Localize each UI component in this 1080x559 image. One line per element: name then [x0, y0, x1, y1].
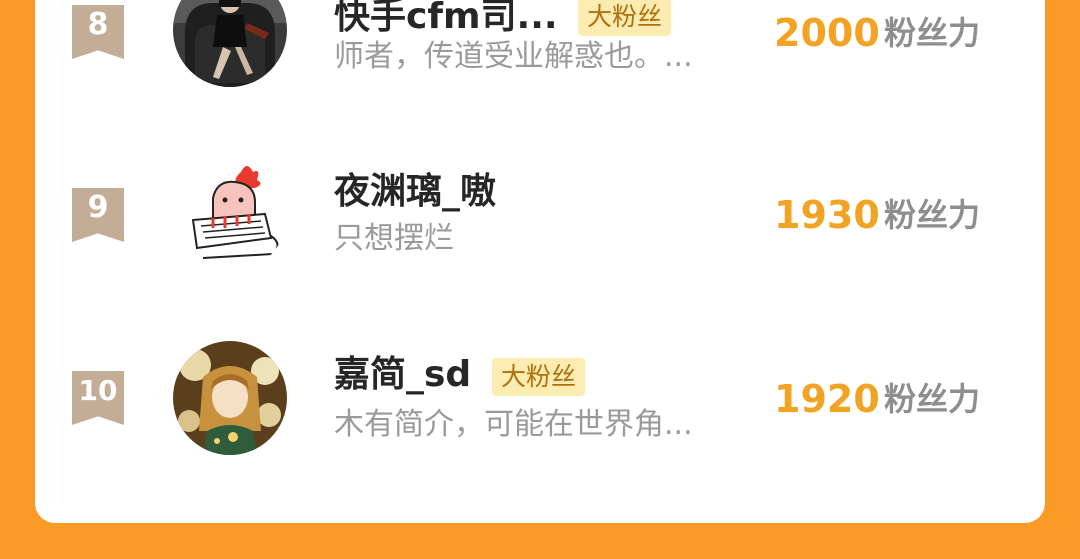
user-bio: 师者，传道受业解惑也。...: [334, 39, 693, 74]
ranking-row[interactable]: 10 嘉简_sd 大粉丝 木有简介，可能在世界角... 1920 粉丝力: [0, 333, 1080, 463]
user-bio: 只想摆烂: [334, 221, 454, 256]
user-avatar[interactable]: [173, 0, 287, 87]
avatar-photo-person-in-chair: [173, 0, 287, 87]
avatar-drawing-creature-keyboard: [173, 158, 287, 272]
fan-power-value: 2000: [774, 11, 880, 55]
fan-power-value: 1930: [774, 193, 880, 237]
ranking-row[interactable]: 9 夜渊璃_嗷 只想摆烂 1930 粉丝力: [0, 150, 1080, 280]
fan-level-badge: 大粉丝: [492, 358, 586, 396]
fan-level-badge: 大粉丝: [578, 0, 672, 36]
user-name[interactable]: 嘉简_sd: [334, 353, 471, 397]
rank-badge: 9: [72, 188, 124, 242]
fan-power-label: 粉丝力: [884, 380, 981, 418]
fan-power-label: 粉丝力: [884, 196, 981, 234]
user-name[interactable]: 快手cfm司...: [334, 0, 558, 39]
avatar-illustration-girl-flowers: [173, 341, 287, 455]
user-bio: 木有简介，可能在世界角...: [334, 407, 693, 442]
rank-badge: 8: [72, 5, 124, 59]
fan-power-label: 粉丝力: [884, 14, 981, 52]
fan-power-value: 1920: [774, 377, 880, 421]
user-name[interactable]: 夜渊璃_嗷: [334, 170, 496, 214]
rank-badge: 10: [72, 371, 124, 425]
user-avatar[interactable]: [173, 158, 287, 272]
user-avatar[interactable]: [173, 341, 287, 455]
ranking-row[interactable]: 8 快手cfm司... 大粉丝 师者，传道受业解惑也。... 2000 粉丝力: [0, 0, 1080, 95]
